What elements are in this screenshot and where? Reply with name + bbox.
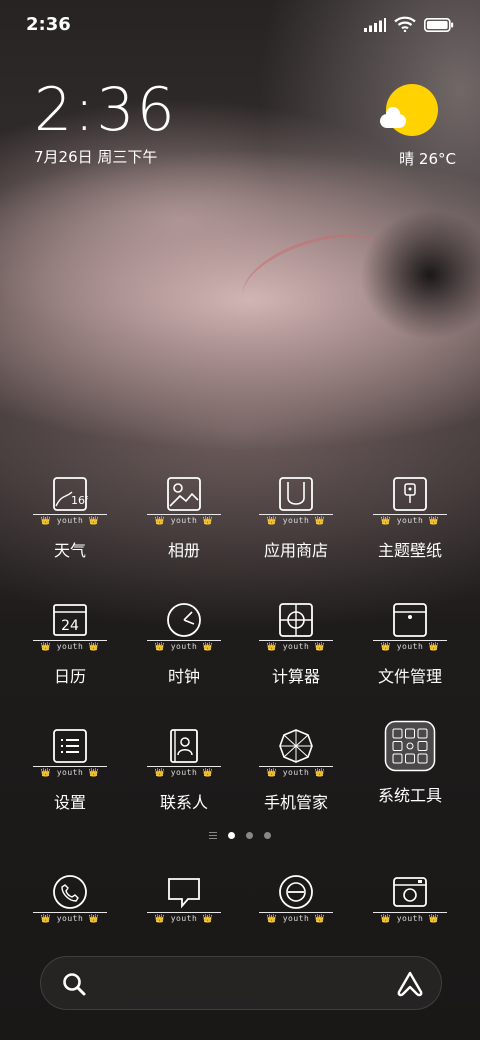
browser-icon	[278, 874, 314, 910]
app-label: 联系人	[159, 793, 208, 812]
security-icon	[278, 728, 314, 764]
clock-icon	[166, 602, 202, 638]
calendar-icon: 24	[52, 602, 88, 638]
search-icon[interactable]	[61, 971, 87, 1001]
wifi-icon	[394, 16, 416, 36]
weather-icon-text: 16°	[71, 494, 88, 507]
youth-tag: 👑 youth 👑	[147, 766, 221, 779]
youth-tag: 👑 youth 👑	[147, 912, 221, 925]
app-contacts[interactable]: 👑 youth 👑 联系人	[124, 728, 244, 813]
app-label: 主题壁纸	[377, 541, 442, 560]
app-label: 手机管家	[263, 793, 328, 812]
app-label: 计算器	[271, 667, 320, 686]
app-label: 文件管理	[377, 667, 442, 686]
youth-tag: 👑 youth 👑	[33, 640, 107, 653]
app-label: 系统工具	[377, 786, 442, 805]
youth-tag: 👑 youth 👑	[373, 912, 447, 925]
weather-icon: 16°	[52, 476, 88, 512]
app-app-store[interactable]: 👑 youth 👑 应用商店	[236, 476, 356, 561]
app-settings[interactable]: 👑 youth 👑 设置	[10, 728, 130, 813]
dock-browser[interactable]: 👑 youth 👑	[236, 874, 356, 925]
contacts-icon	[166, 728, 202, 764]
app-label: 设置	[53, 793, 86, 812]
sunny-cloud-icon	[378, 84, 438, 140]
cloud-shape	[380, 107, 406, 128]
menu-lines-icon	[209, 831, 217, 839]
messages-icon	[166, 874, 202, 910]
youth-tag: 👑 youth 👑	[147, 514, 221, 527]
status-bar: 2:36	[0, 0, 480, 50]
gallery-icon	[166, 476, 202, 512]
app-theme-wallpaper[interactable]: 👑 youth 👑 主题壁纸	[350, 476, 470, 561]
clock-widget[interactable]: 2:36 7月26日 周三下午	[34, 78, 177, 167]
system-tools-folder-icon	[384, 720, 436, 772]
app-file-manager[interactable]: 👑 youth 👑 文件管理	[350, 602, 470, 687]
youth-tag: 👑 youth 👑	[33, 912, 107, 925]
youth-tag: 👑 youth 👑	[33, 766, 107, 779]
app-system-tools-folder[interactable]: 系统工具	[350, 720, 470, 806]
app-label: 时钟	[167, 667, 200, 686]
search-bar[interactable]	[40, 956, 442, 1010]
battery-icon	[424, 17, 454, 36]
weather-widget[interactable]: 晴 26°C	[346, 84, 456, 169]
clock-time: 2:36	[34, 75, 177, 145]
youth-tag: 👑 youth 👑	[373, 640, 447, 653]
youth-tag: 👑 youth 👑	[147, 640, 221, 653]
youth-tag: 👑 youth 👑	[259, 912, 333, 925]
theme-wallpaper-icon	[392, 476, 428, 512]
app-label: 日历	[53, 667, 86, 686]
calculator-icon	[278, 602, 314, 638]
app-label: 相册	[167, 541, 200, 560]
status-icons	[364, 16, 454, 36]
app-calculator[interactable]: 👑 youth 👑 计算器	[236, 602, 356, 687]
youth-tag: 👑 youth 👑	[259, 766, 333, 779]
wallpaper-shadow	[360, 210, 480, 340]
app-security[interactable]: 👑 youth 👑 手机管家	[236, 728, 356, 813]
phone-icon	[52, 874, 88, 910]
youth-tag: 👑 youth 👑	[33, 514, 107, 527]
app-label: 应用商店	[263, 541, 328, 560]
page-dot-active	[228, 831, 235, 839]
page-dot	[246, 831, 253, 839]
app-weather[interactable]: 16° 👑 youth 👑 天气	[10, 476, 130, 561]
camera-icon	[392, 874, 428, 910]
page-indicator[interactable]	[0, 828, 480, 842]
app-clock[interactable]: 👑 youth 👑 时钟	[124, 602, 244, 687]
dock-messages[interactable]: 👑 youth 👑	[124, 874, 244, 925]
app-gallery[interactable]: 👑 youth 👑 相册	[124, 476, 244, 561]
signal-icon	[364, 17, 386, 36]
youth-tag: 👑 youth 👑	[259, 640, 333, 653]
calendar-icon-text: 24	[61, 618, 79, 634]
app-calendar[interactable]: 24 👑 youth 👑 日历	[10, 602, 130, 687]
app-label: 天气	[53, 541, 86, 560]
assistant-icon[interactable]	[395, 970, 425, 1002]
status-time: 2:36	[26, 14, 71, 35]
dock-phone[interactable]: 👑 youth 👑	[10, 874, 130, 925]
clock-date: 7月26日 周三下午	[34, 148, 158, 166]
app-store-icon	[278, 476, 314, 512]
weather-condition-temp: 晴 26°C	[399, 150, 456, 168]
file-manager-icon	[392, 602, 428, 638]
dock-camera[interactable]: 👑 youth 👑	[350, 874, 470, 925]
youth-tag: 👑 youth 👑	[259, 514, 333, 527]
youth-tag: 👑 youth 👑	[373, 514, 447, 527]
page-dot	[264, 831, 271, 839]
settings-icon	[52, 728, 88, 764]
